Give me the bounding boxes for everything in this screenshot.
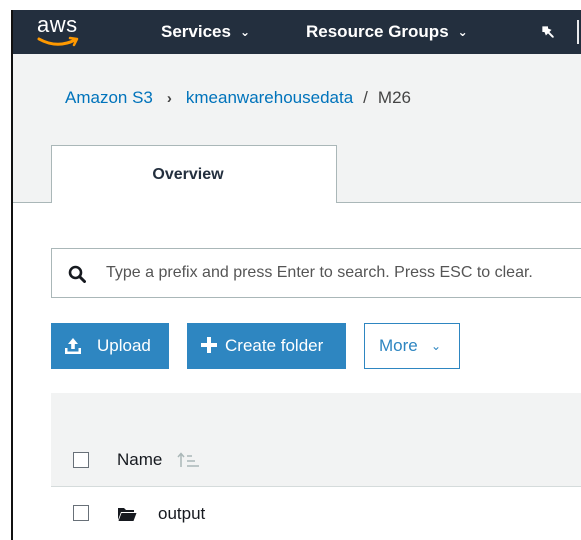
aws-logo-text: aws (37, 12, 78, 37)
table-header-row: Name (51, 433, 581, 487)
top-navigation-bar: aws Services ⌄ Resource Groups ⌄ (11, 10, 581, 54)
aws-smile-icon (37, 36, 79, 47)
search-icon (68, 265, 86, 283)
row-name-link[interactable]: output (158, 487, 205, 540)
chevron-down-icon: ⌄ (239, 25, 251, 39)
aws-logo[interactable]: aws (35, 12, 89, 52)
resource-groups-label: Resource Groups (306, 22, 449, 41)
breadcrumb-bucket-link[interactable]: kmeanwarehousedata (186, 88, 353, 107)
search-input[interactable] (98, 249, 581, 297)
create-folder-button[interactable]: Create folder (187, 323, 346, 369)
screenshot-border-top (0, 0, 581, 10)
table-toolbar-strip (51, 393, 581, 433)
screenshot-border-line (11, 10, 13, 540)
column-header-name[interactable]: Name (117, 433, 162, 487)
chevron-down-icon: ⌄ (431, 339, 442, 353)
plus-icon (201, 337, 217, 353)
upload-label: Upload (97, 336, 151, 355)
more-label: More (379, 336, 418, 355)
select-all-checkbox[interactable] (73, 452, 89, 468)
services-label: Services (161, 22, 231, 41)
search-box (51, 248, 581, 298)
breadcrumb-current-folder: M26 (377, 88, 411, 107)
breadcrumb: Amazon S3 › kmeanwarehousedata / M26 (65, 88, 411, 108)
upload-button[interactable]: Upload (51, 323, 169, 369)
folder-icon (118, 508, 137, 521)
breadcrumb-separator: › (166, 90, 172, 107)
resource-groups-menu[interactable]: Resource Groups ⌄ (306, 10, 468, 54)
services-menu[interactable]: Services ⌄ (161, 10, 250, 54)
upload-icon (65, 338, 81, 354)
nav-divider (577, 20, 579, 44)
pin-icon[interactable] (539, 23, 557, 41)
breadcrumb-slash: / (363, 88, 368, 107)
tab-overview[interactable]: Overview (51, 145, 337, 203)
row-checkbox[interactable] (73, 505, 89, 521)
breadcrumb-root-link[interactable]: Amazon S3 (65, 88, 153, 107)
main-content: Amazon S3 › kmeanwarehousedata / M26 Overvie… (13, 54, 581, 540)
chevron-down-icon: ⌄ (457, 25, 468, 39)
screenshot-border-left (0, 0, 11, 540)
sort-ascending-icon[interactable] (177, 452, 201, 468)
create-folder-label: Create folder (225, 336, 324, 355)
table-row[interactable]: output (51, 487, 581, 540)
more-actions-button[interactable]: More ⌄ (364, 323, 460, 369)
browser-viewport: aws Services ⌄ Resource Groups ⌄ Amazon S3… (0, 0, 581, 540)
